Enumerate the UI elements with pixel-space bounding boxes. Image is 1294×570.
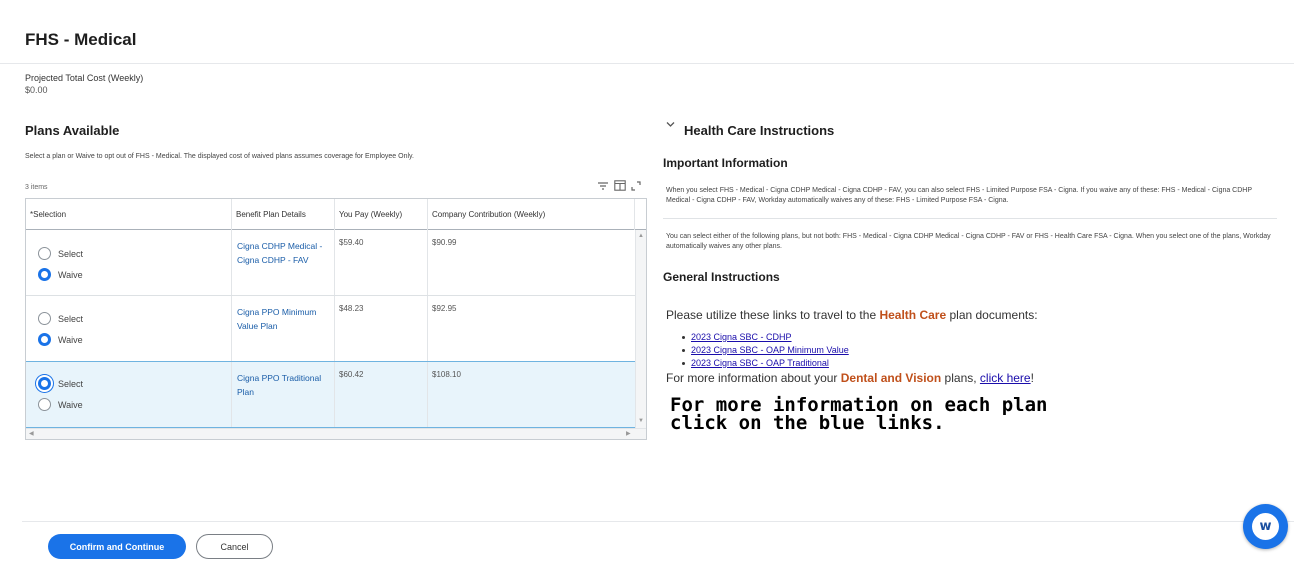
scroll-left-icon[interactable]: ◀ bbox=[29, 430, 34, 437]
list-item: 2023 Cigna SBC - OAP Traditional bbox=[682, 357, 849, 370]
column-header-plan-details[interactable]: Benefit Plan Details bbox=[232, 199, 335, 230]
selection-cell: Select Waive bbox=[26, 230, 232, 295]
radio-button-checked[interactable] bbox=[38, 333, 51, 346]
plan-link[interactable]: Cigna PPO Minimum Value Plan bbox=[237, 305, 329, 333]
click-here-link[interactable]: click here bbox=[980, 371, 1031, 385]
company-contribution-value: $90.99 bbox=[432, 238, 457, 247]
section-divider bbox=[663, 218, 1277, 219]
projected-cost-value: $0.00 bbox=[25, 85, 48, 95]
health-care-highlight: Health Care bbox=[879, 308, 947, 322]
note-line: click on the blue links. bbox=[670, 412, 945, 434]
table-row: Select Waive Cigna CDHP Medical - Cigna … bbox=[26, 230, 635, 296]
doc-link-cdhp[interactable]: 2023 Cigna SBC - CDHP bbox=[691, 331, 792, 344]
bullet bbox=[682, 349, 685, 352]
you-pay-cell: $60.42 bbox=[335, 362, 428, 427]
grid-header: *Selection Benefit Plan Details You Pay … bbox=[26, 199, 646, 230]
company-contribution-cell: $92.95 bbox=[428, 296, 635, 361]
waive-label: Waive bbox=[58, 269, 83, 280]
plan-details-cell: Cigna PPO Minimum Value Plan bbox=[232, 296, 335, 361]
you-pay-cell: $59.40 bbox=[335, 230, 428, 295]
selection-cell: Select Waive bbox=[26, 362, 232, 427]
you-pay-cell: $48.23 bbox=[335, 296, 428, 361]
table-row-selected: Select Waive Cigna PPO Traditional Plan … bbox=[26, 361, 635, 428]
radio-button[interactable] bbox=[38, 247, 51, 260]
more-text-before: For more information about your bbox=[666, 371, 841, 385]
footer-divider bbox=[22, 521, 1294, 522]
chevron-down-icon[interactable] bbox=[666, 120, 675, 131]
blue-links-note: For more information on each plan click … bbox=[670, 396, 1120, 434]
scroll-right-icon[interactable]: ▶ bbox=[626, 430, 631, 437]
you-pay-value: $48.23 bbox=[339, 304, 364, 313]
column-header-you-pay[interactable]: You Pay (Weekly) bbox=[335, 199, 428, 230]
projected-cost-label: Projected Total Cost (Weekly) bbox=[25, 73, 144, 83]
confirm-and-continue-button[interactable]: Confirm and Continue bbox=[48, 534, 186, 559]
plan-link[interactable]: Cigna CDHP Medical - Cigna CDHP - FAV bbox=[237, 239, 329, 267]
table-row: Select Waive Cigna PPO Minimum Value Pla… bbox=[26, 296, 635, 362]
header-divider bbox=[0, 63, 1294, 64]
utilize-text-after: plan documents: bbox=[946, 308, 1038, 322]
cancel-button[interactable]: Cancel bbox=[196, 534, 273, 559]
doc-link-oap-minimum-value[interactable]: 2023 Cigna SBC - OAP Minimum Value bbox=[691, 344, 849, 357]
workday-assistant-button[interactable]: w bbox=[1243, 504, 1288, 549]
plans-available-heading: Plans Available bbox=[25, 123, 120, 138]
radio-button-checked[interactable] bbox=[38, 377, 51, 390]
filter-icon[interactable] bbox=[597, 178, 609, 196]
you-pay-value: $59.40 bbox=[339, 238, 364, 247]
select-label: Select bbox=[58, 248, 84, 259]
select-option[interactable]: Select bbox=[38, 312, 83, 325]
utilize-text-before: Please utilize these links to travel to … bbox=[666, 308, 880, 322]
bullet bbox=[682, 362, 685, 365]
waive-label: Waive bbox=[58, 399, 83, 410]
table-toolbar bbox=[597, 180, 641, 194]
plan-details-cell: Cigna CDHP Medical - Cigna CDHP - FAV bbox=[232, 230, 335, 295]
items-count: 3 items bbox=[25, 184, 48, 191]
column-layout-icon[interactable] bbox=[614, 178, 626, 196]
column-header-company-contribution[interactable]: Company Contribution (Weekly) bbox=[428, 199, 635, 230]
radio-button-checked[interactable] bbox=[38, 268, 51, 281]
radio-button[interactable] bbox=[38, 312, 51, 325]
company-contribution-value: $108.10 bbox=[432, 370, 461, 379]
plans-grid: *Selection Benefit Plan Details You Pay … bbox=[25, 198, 647, 440]
company-contribution-cell: $108.10 bbox=[428, 362, 635, 427]
select-label: Select bbox=[58, 378, 84, 389]
health-care-instructions-heading[interactable]: Health Care Instructions bbox=[684, 123, 834, 138]
page-title: FHS - Medical bbox=[25, 30, 137, 49]
more-text-after: ! bbox=[1030, 371, 1034, 385]
waive-option[interactable]: Waive bbox=[38, 398, 83, 411]
doc-link-oap-traditional[interactable]: 2023 Cigna SBC - OAP Traditional bbox=[691, 357, 829, 370]
more-text-middle: plans, bbox=[941, 371, 980, 385]
workday-assistant-icon: w bbox=[1252, 513, 1279, 540]
list-item: 2023 Cigna SBC - CDHP bbox=[682, 331, 849, 344]
important-information-heading: Important Information bbox=[663, 156, 788, 170]
vertical-scrollbar[interactable]: ▲ ▼ bbox=[635, 230, 646, 428]
utilize-links-text: Please utilize these links to travel to … bbox=[666, 308, 1038, 322]
you-pay-value: $60.42 bbox=[339, 370, 364, 379]
important-paragraph: You can select either of the following p… bbox=[666, 233, 1271, 250]
dental-vision-info: For more information about your Dental a… bbox=[666, 371, 1034, 385]
select-label: Select bbox=[58, 313, 84, 324]
company-contribution-value: $92.95 bbox=[432, 304, 457, 313]
plan-details-cell: Cigna PPO Traditional Plan bbox=[232, 362, 335, 427]
plan-link[interactable]: Cigna PPO Traditional Plan bbox=[237, 371, 329, 399]
bullet bbox=[682, 336, 685, 339]
radio-button[interactable] bbox=[38, 398, 51, 411]
expand-icon[interactable] bbox=[631, 178, 641, 196]
select-option[interactable]: Select bbox=[38, 377, 83, 390]
column-header-selection[interactable]: *Selection bbox=[26, 199, 232, 230]
company-contribution-cell: $90.99 bbox=[428, 230, 635, 295]
waive-option[interactable]: Waive bbox=[38, 268, 83, 281]
scroll-down-icon[interactable]: ▼ bbox=[638, 418, 644, 424]
plan-documents-list: 2023 Cigna SBC - CDHP 2023 Cigna SBC - O… bbox=[682, 331, 849, 370]
waive-label: Waive bbox=[58, 334, 83, 345]
dental-vision-highlight: Dental and Vision bbox=[840, 371, 942, 385]
important-paragraph: When you select FHS - Medical - Cigna CD… bbox=[666, 187, 1252, 204]
plans-description: Select a plan or Waive to opt out of FHS… bbox=[25, 153, 414, 160]
general-instructions-heading: General Instructions bbox=[663, 270, 780, 284]
scroll-up-icon[interactable]: ▲ bbox=[638, 233, 644, 239]
waive-option[interactable]: Waive bbox=[38, 333, 83, 346]
selection-cell: Select Waive bbox=[26, 296, 232, 361]
select-option[interactable]: Select bbox=[38, 247, 83, 260]
list-item: 2023 Cigna SBC - OAP Minimum Value bbox=[682, 344, 849, 357]
horizontal-scrollbar[interactable]: ◀ ▶ bbox=[26, 428, 646, 439]
